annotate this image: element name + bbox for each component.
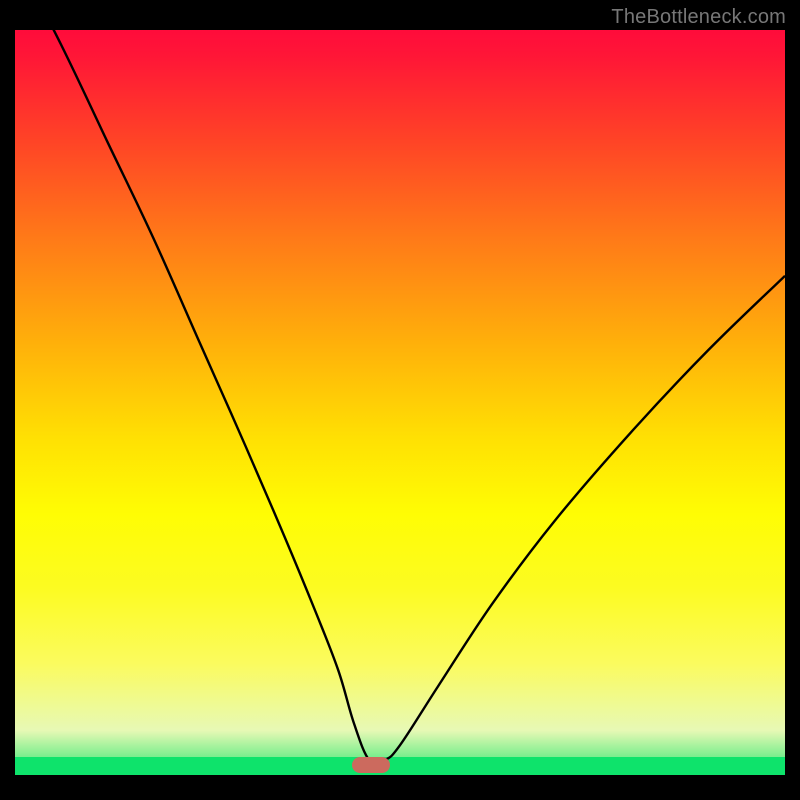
optimal-marker bbox=[352, 757, 390, 773]
watermark-text: TheBottleneck.com bbox=[611, 6, 786, 29]
bottleneck-curve bbox=[15, 30, 785, 775]
plot-area bbox=[15, 30, 785, 775]
chart-stage: TheBottleneck.com bbox=[0, 0, 800, 800]
